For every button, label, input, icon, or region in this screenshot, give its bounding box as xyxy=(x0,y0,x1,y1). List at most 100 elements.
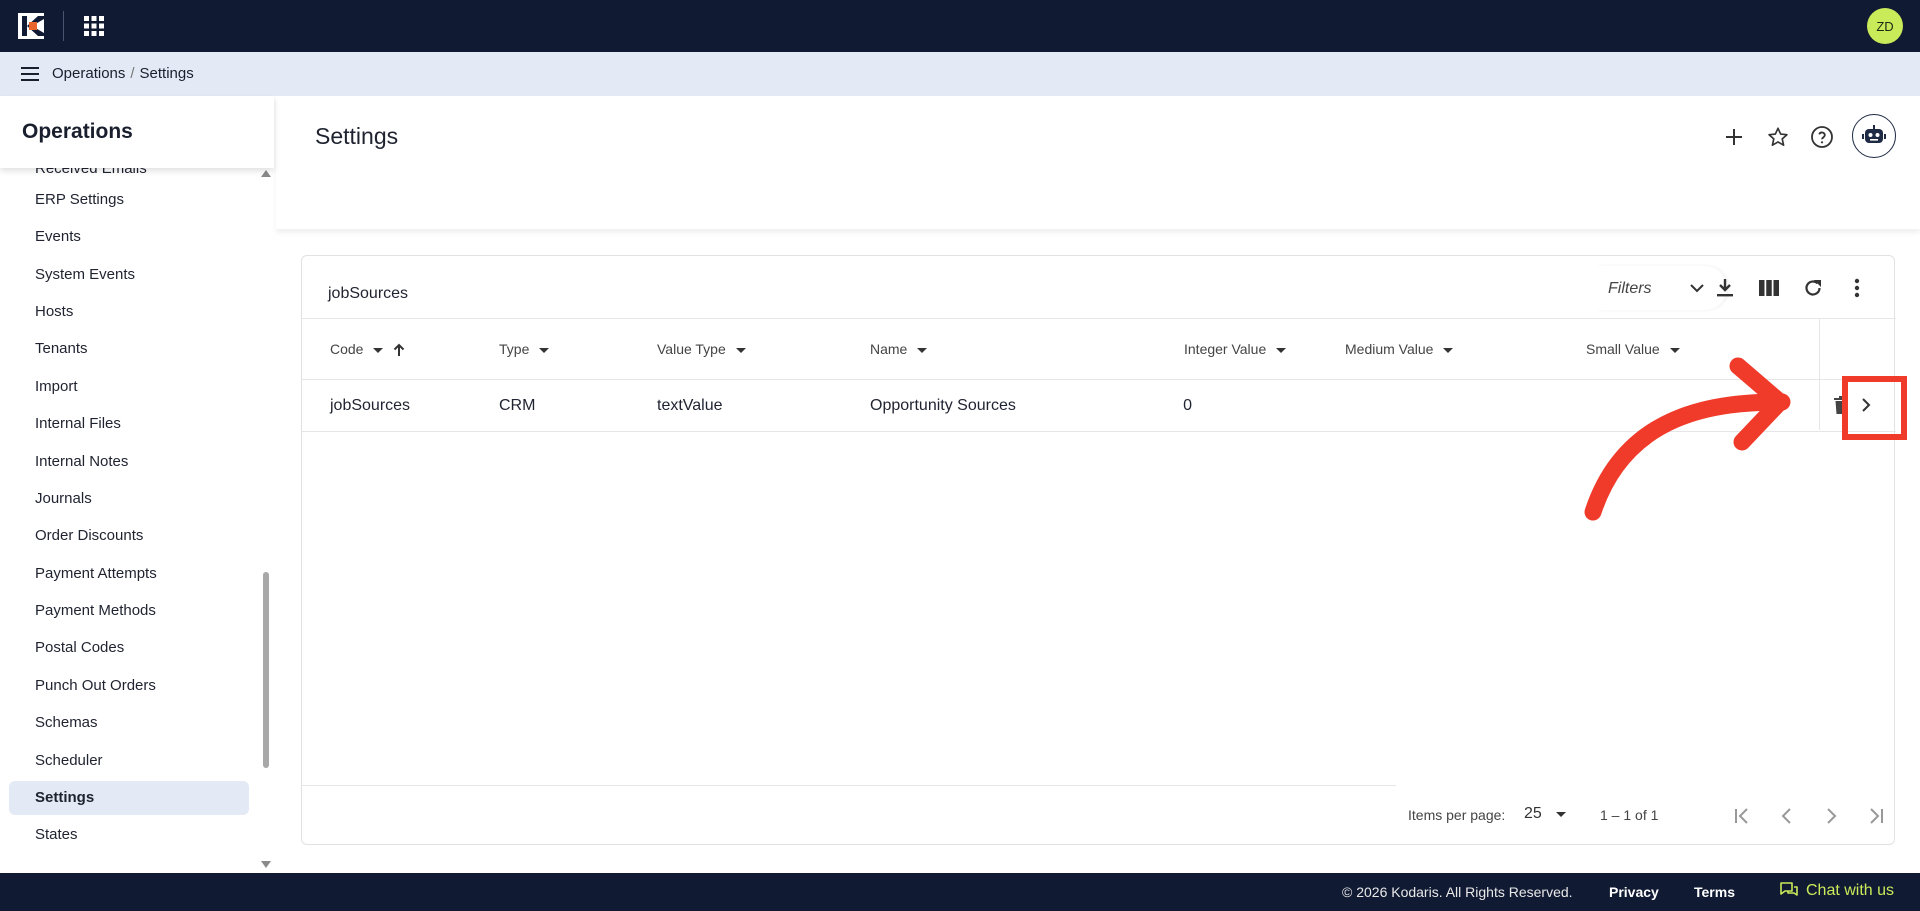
table-card: jobSources Filters Code Type Value Type … xyxy=(301,255,1907,845)
chat-button[interactable]: Chat with us xyxy=(1780,882,1894,900)
items-per-page-select[interactable]: 25 xyxy=(1524,805,1542,823)
sort-caret-icon[interactable] xyxy=(1276,347,1287,353)
column-label: Code xyxy=(330,341,364,357)
sidebar-item-payment-methods[interactable]: Payment Methods xyxy=(9,594,249,628)
column-label: Medium Value xyxy=(1345,341,1434,357)
sidebar-item-order-discounts[interactable]: Order Discounts xyxy=(9,519,249,553)
previous-page-icon[interactable] xyxy=(1776,805,1798,827)
sidebar-item-erp-settings[interactable]: ERP Settings xyxy=(9,183,249,217)
sidebar-item-schemas[interactable]: Schemas xyxy=(9,706,249,740)
divider xyxy=(63,11,64,41)
cell-value-type: textValue xyxy=(657,397,723,414)
columns-button[interactable] xyxy=(1756,275,1782,301)
column-header-name[interactable]: Name xyxy=(870,341,928,357)
column-header-type[interactable]: Type xyxy=(499,341,550,357)
cell-code: jobSources xyxy=(330,397,411,414)
cell-integer-value: 0 xyxy=(1183,397,1192,414)
breadcrumb: Operations / Settings xyxy=(52,65,194,82)
robot-icon xyxy=(1862,125,1886,143)
sort-caret-icon[interactable] xyxy=(735,347,746,353)
cell-type: CRM xyxy=(499,397,536,414)
sidebar-item-settings[interactable]: Settings xyxy=(9,781,249,815)
sidebar-header: Operations xyxy=(0,96,274,168)
sort-caret-icon[interactable] xyxy=(917,347,928,353)
more-vertical-icon xyxy=(1854,278,1860,298)
sort-caret-icon[interactable] xyxy=(539,347,550,353)
column-label: Integer Value xyxy=(1184,341,1267,357)
first-page-icon[interactable] xyxy=(1732,805,1754,827)
column-header-medium-value[interactable]: Medium Value xyxy=(1345,341,1454,357)
menu-icon[interactable] xyxy=(21,66,39,82)
column-header-code[interactable]: Code xyxy=(330,341,405,357)
page-title: Settings xyxy=(315,123,399,149)
columns-icon xyxy=(1759,280,1779,296)
kodaris-logo[interactable] xyxy=(18,13,44,39)
ai-assistant-button[interactable] xyxy=(1852,114,1896,158)
sidebar-item-tenants[interactable]: Tenants xyxy=(9,332,249,366)
annotation-arrow-icon xyxy=(1584,357,1791,521)
more-options-button[interactable] xyxy=(1844,275,1870,301)
column-label: Value Type xyxy=(657,341,726,357)
user-avatar[interactable]: ZD xyxy=(1867,8,1903,44)
table-title: jobSources xyxy=(328,285,409,302)
sidebar-scrollbar[interactable] xyxy=(260,168,272,873)
scroll-down-arrow-icon[interactable] xyxy=(261,861,271,868)
top-bar: ZD xyxy=(0,0,1920,52)
sidebar-item-scheduler[interactable]: Scheduler xyxy=(9,744,249,778)
scrollbar-thumb[interactable] xyxy=(263,572,269,768)
column-label: Name xyxy=(870,341,908,357)
sidebar-item-journals[interactable]: Journals xyxy=(9,482,249,516)
last-page-icon[interactable] xyxy=(1864,805,1886,827)
items-per-page-label: Items per page: xyxy=(1408,807,1506,823)
column-header-integer-value[interactable]: Integer Value xyxy=(1184,341,1287,357)
help-button[interactable] xyxy=(1807,122,1837,152)
sidebar-item-internal-files[interactable]: Internal Files xyxy=(9,407,249,441)
privacy-link[interactable]: Privacy xyxy=(1609,884,1659,900)
sort-caret-icon[interactable] xyxy=(1443,347,1454,353)
breadcrumb-operations[interactable]: Operations xyxy=(52,65,125,82)
paginator: Items per page: 25 1 – 1 of 1 xyxy=(302,785,1896,845)
sidebar-list[interactable]: Received Emails ERP Settings Events Syst… xyxy=(0,168,258,873)
sidebar-item-punch-out-orders[interactable]: Punch Out Orders xyxy=(9,669,249,703)
sidebar-item-payment-attempts[interactable]: Payment Attempts xyxy=(9,557,249,591)
help-icon xyxy=(1811,126,1833,148)
download-icon xyxy=(1717,279,1733,297)
terms-link[interactable]: Terms xyxy=(1694,884,1735,900)
sidebar-item-states[interactable]: States xyxy=(9,818,249,852)
chevron-down-icon xyxy=(1690,284,1704,293)
refresh-button[interactable] xyxy=(1800,275,1826,301)
sidebar: Operations Received Emails ERP Settings … xyxy=(0,96,274,873)
dropdown-caret-icon[interactable] xyxy=(1556,812,1566,817)
next-page-icon[interactable] xyxy=(1820,805,1842,827)
sort-caret-icon[interactable] xyxy=(373,347,384,353)
sidebar-item-postal-codes[interactable]: Postal Codes xyxy=(9,631,249,665)
column-header-value-type[interactable]: Value Type xyxy=(657,341,746,357)
sidebar-item-system-events[interactable]: System Events xyxy=(9,258,249,292)
column-label: Type xyxy=(499,341,530,357)
filters-label: Filters xyxy=(1608,280,1652,297)
scroll-up-arrow-icon[interactable] xyxy=(261,170,271,177)
sidebar-title: Operations xyxy=(22,120,133,143)
download-button[interactable] xyxy=(1712,275,1738,301)
page-header: Settings xyxy=(276,96,1920,229)
filters-dropdown[interactable]: Filters xyxy=(1596,266,1727,310)
plus-icon xyxy=(1726,129,1742,145)
add-button[interactable] xyxy=(1719,122,1749,152)
sidebar-item-internal-notes[interactable]: Internal Notes xyxy=(9,445,249,479)
chat-icon xyxy=(1780,882,1798,896)
favorite-button[interactable] xyxy=(1763,122,1793,152)
star-icon xyxy=(1768,127,1788,146)
footer: © 2026 Kodaris. All Rights Reserved. Pri… xyxy=(0,873,1920,911)
breadcrumb-settings: Settings xyxy=(139,65,194,82)
sort-ascending-icon[interactable] xyxy=(393,343,405,357)
sidebar-item-import[interactable]: Import xyxy=(9,370,249,404)
refresh-icon xyxy=(1805,280,1821,296)
copyright-text: © 2026 Kodaris. All Rights Reserved. xyxy=(1342,884,1573,900)
page-range-label: 1 – 1 of 1 xyxy=(1600,807,1659,823)
chat-label: Chat with us xyxy=(1806,882,1895,899)
apps-grid-icon[interactable] xyxy=(84,16,104,36)
breadcrumb-separator: / xyxy=(130,65,135,82)
breadcrumb-bar: Operations / Settings xyxy=(0,52,1920,96)
sidebar-item-events[interactable]: Events xyxy=(9,220,249,254)
sidebar-item-hosts[interactable]: Hosts xyxy=(9,295,249,329)
